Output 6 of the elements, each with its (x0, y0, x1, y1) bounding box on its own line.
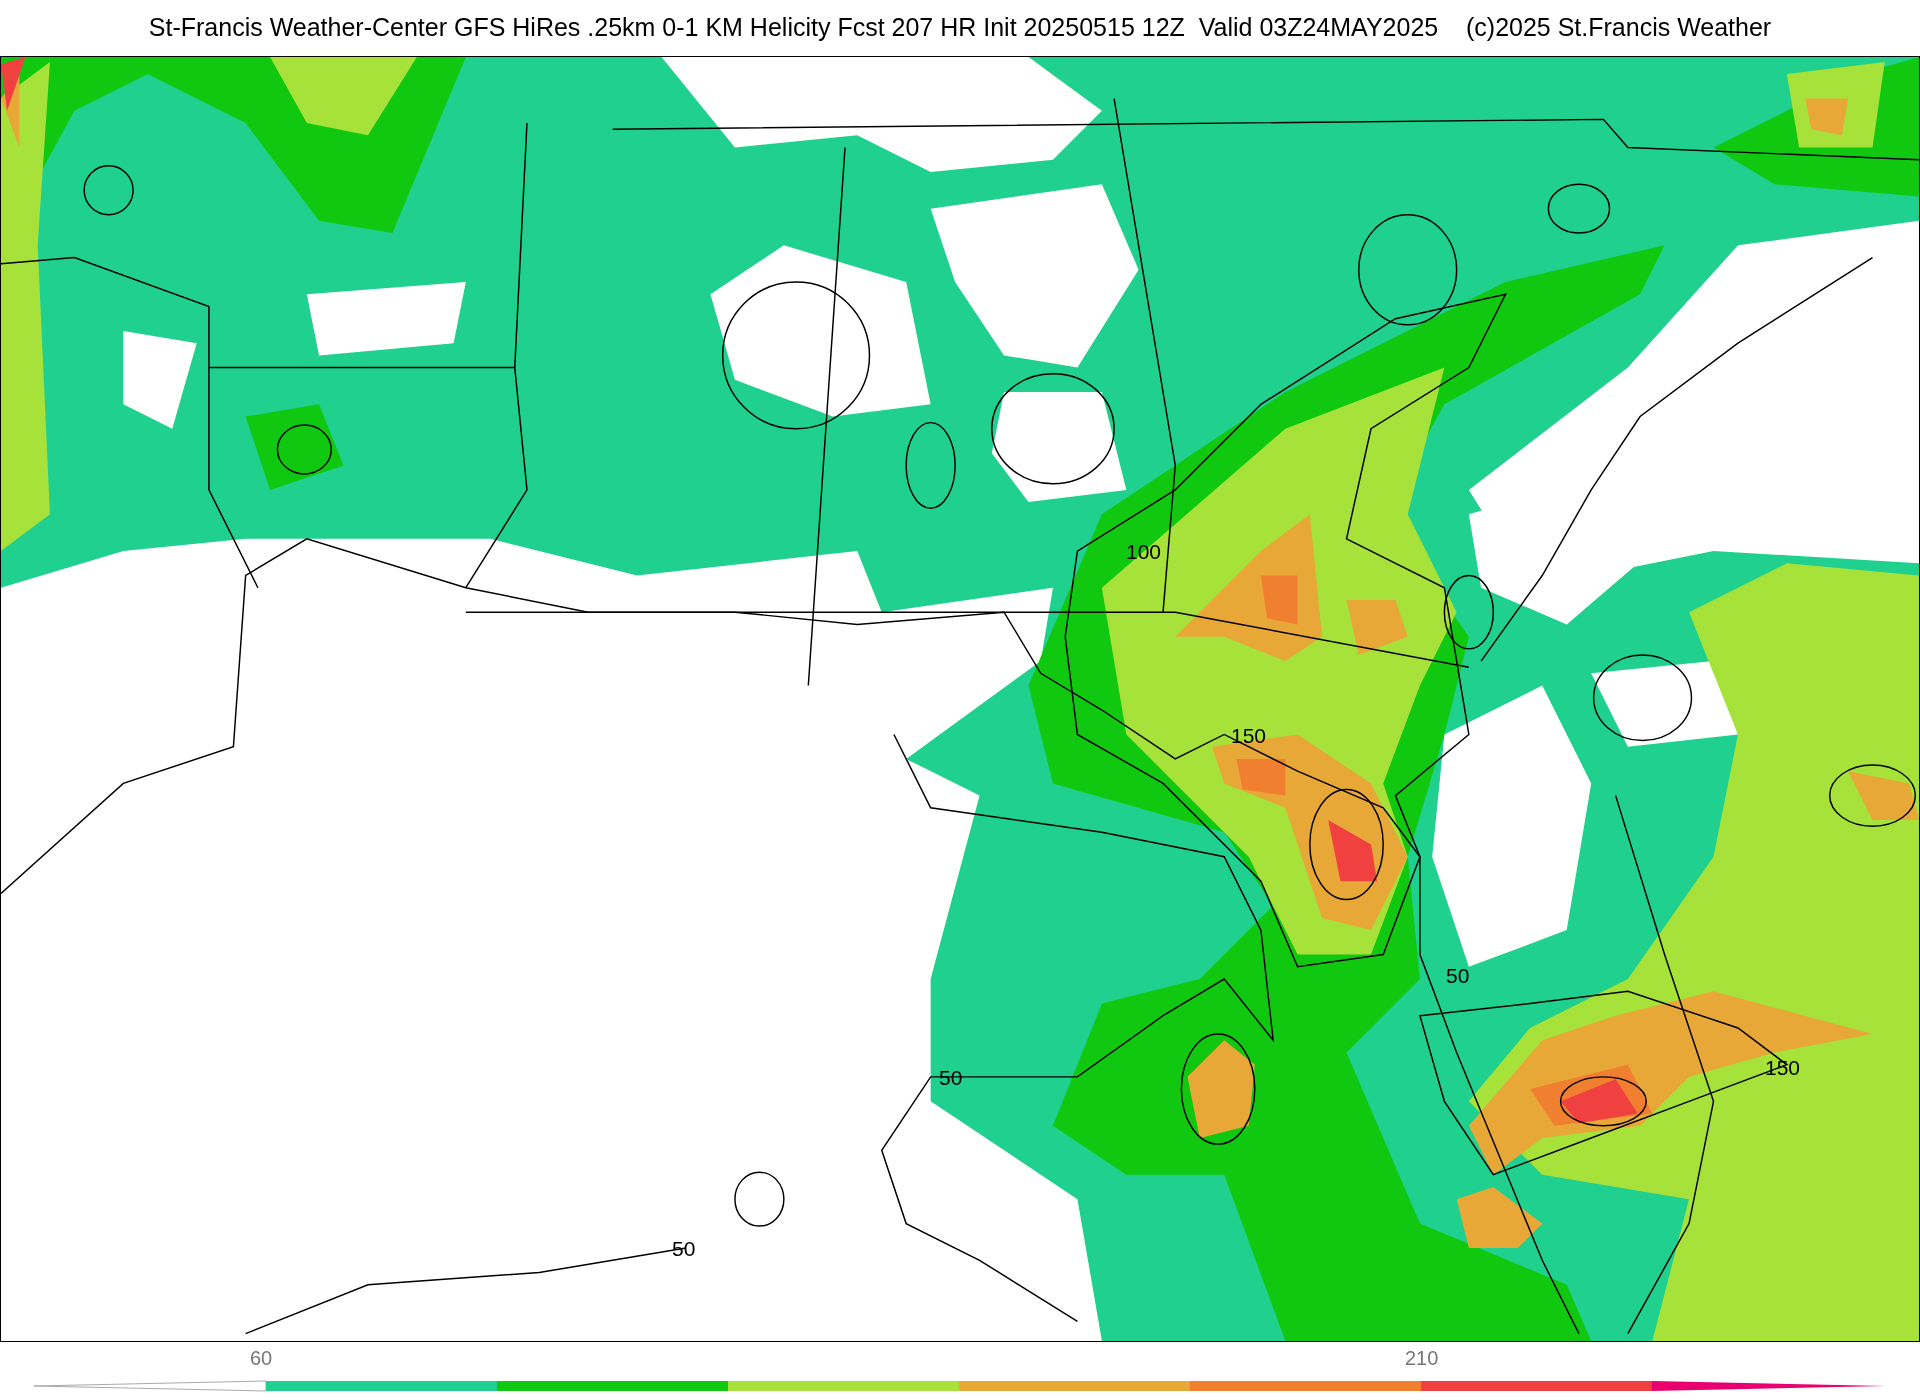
colorbar-tick-label: 210 (1405, 1348, 1439, 1368)
colorbar-tick-label: 60 (250, 1348, 273, 1368)
chart-title: St-Francis Weather-Center GFS HiRes .25km 0-1 KM Helicity Fcst 207 HR Init 20250515 12Z Valid 03Z24MAY2025 (c)2025 St.Francis Weather (148, 12, 1772, 44)
contour-label: 50 (672, 1238, 696, 1259)
contour-label: 150 (1231, 725, 1267, 746)
contour-label: 50 (1446, 965, 1470, 986)
